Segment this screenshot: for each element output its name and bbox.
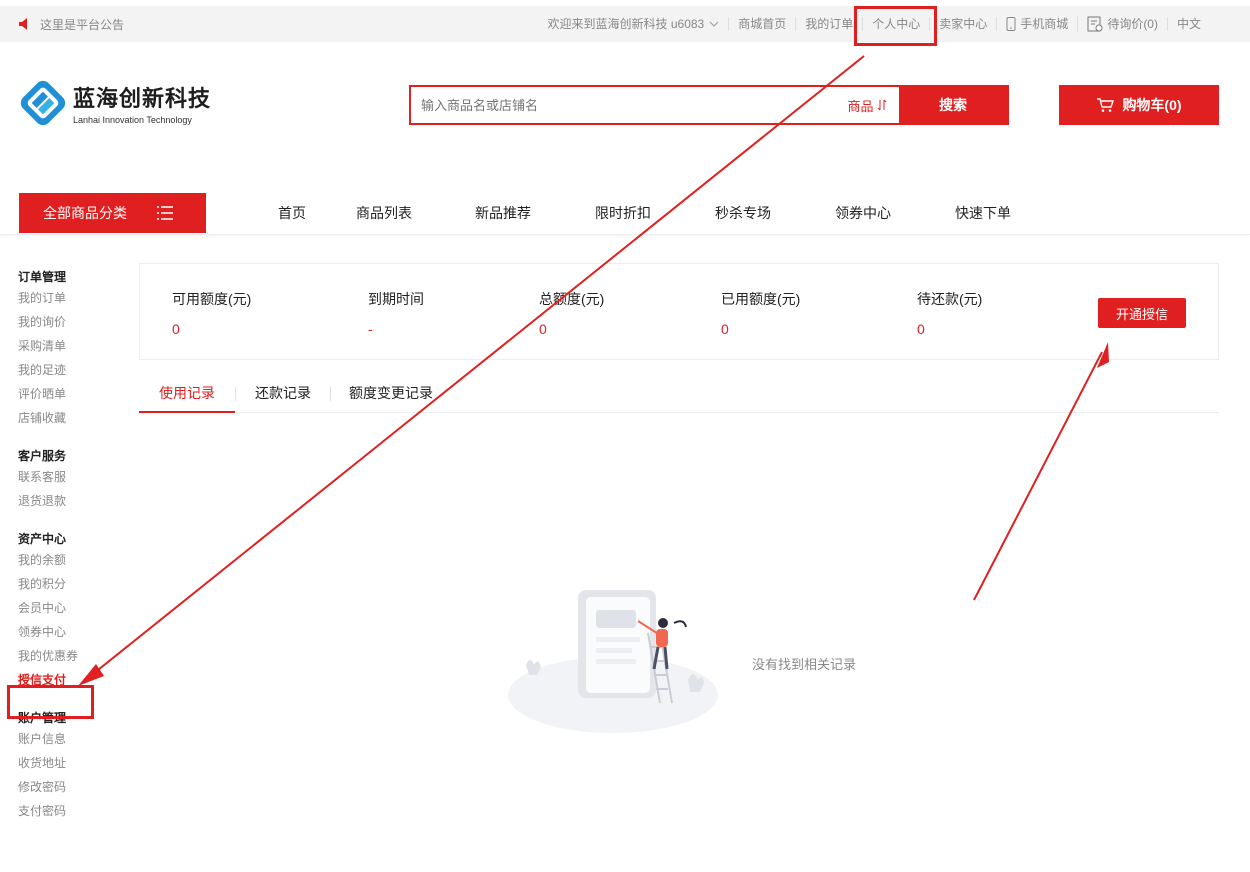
sidebar-item-footprint[interactable]: 我的足迹 bbox=[18, 358, 118, 382]
welcome-text: 欢迎来到蓝海创新科技 u6083 bbox=[547, 17, 705, 31]
open-credit-button[interactable]: 开通授信 bbox=[1098, 298, 1186, 328]
stat-label: 待还款(元) bbox=[917, 291, 983, 307]
record-tabs: 使用记录 还款记录 额度变更记录 bbox=[139, 377, 1219, 413]
sidebar-item-store-favorites[interactable]: 店铺收藏 bbox=[18, 406, 118, 430]
sidebar-item-coupon-center[interactable]: 领券中心 bbox=[18, 620, 118, 644]
link-pending-inquiry-label: 待询价(0) bbox=[1107, 17, 1158, 31]
nav-coupon-center[interactable]: 领券中心 bbox=[835, 193, 891, 233]
nav-quick-order[interactable]: 快速下单 bbox=[955, 193, 1011, 233]
tab-limit-change-records[interactable]: 额度变更记录 bbox=[331, 377, 451, 413]
annotation-box-personal-center bbox=[854, 6, 937, 46]
nav-limited-discount[interactable]: 限时折扣 bbox=[595, 193, 651, 233]
sidebar-item-reviews[interactable]: 评价晒单 bbox=[18, 382, 118, 406]
sidebar-item-my-coupons[interactable]: 我的优惠券 bbox=[18, 644, 118, 668]
open-credit-label: 开通授信 bbox=[1115, 306, 1168, 322]
link-mobile-mall-label: 手机商城 bbox=[1020, 17, 1069, 31]
brand-name-cn: 蓝海创新科技 bbox=[73, 86, 212, 111]
platform-notice[interactable]: 这里是平台公告 bbox=[18, 6, 124, 42]
all-categories-button[interactable]: 全部商品分类 bbox=[19, 193, 206, 233]
sidebar-item-address[interactable]: 收货地址 bbox=[18, 751, 118, 775]
search-scope-label: 商品 bbox=[847, 98, 874, 114]
sidebar-item-points[interactable]: 我的积分 bbox=[18, 572, 118, 596]
sidebar-group-title: 资产中心 bbox=[18, 532, 67, 546]
stat-expiry-date: 到期时间 - bbox=[368, 289, 424, 337]
top-bar: 这里是平台公告 欢迎来到蓝海创新科技 u6083 商城首页 我的订单 个人中心 … bbox=[0, 6, 1250, 42]
language-switch[interactable]: 中文 bbox=[1166, 17, 1210, 31]
stat-value: 0 bbox=[172, 321, 180, 337]
link-mobile-mall[interactable]: 手机商城 bbox=[996, 17, 1077, 31]
search-bar: 商品 搜索 bbox=[409, 85, 1009, 125]
phone-icon bbox=[1006, 17, 1016, 31]
nav-home[interactable]: 首页 bbox=[278, 193, 306, 233]
sidebar-item-contact-service[interactable]: 联系客服 bbox=[18, 465, 118, 489]
stat-value: 0 bbox=[917, 321, 925, 337]
inquiry-icon bbox=[1087, 16, 1103, 32]
tab-repayment-records[interactable]: 还款记录 bbox=[236, 377, 330, 413]
swap-icon bbox=[877, 99, 886, 111]
sidebar-item-my-inquiry[interactable]: 我的询价 bbox=[18, 310, 118, 334]
sidebar-item-returns[interactable]: 退货退款 bbox=[18, 489, 118, 513]
menu-icon bbox=[157, 206, 173, 220]
nav-flash-sale[interactable]: 秒杀专场 bbox=[715, 193, 771, 233]
sidebar-item-balance[interactable]: 我的余额 bbox=[18, 548, 118, 572]
search-button[interactable]: 搜索 bbox=[899, 87, 1007, 123]
sidebar-item-purchase-list[interactable]: 采购清单 bbox=[18, 334, 118, 358]
sidebar-item-change-password[interactable]: 修改密码 bbox=[18, 775, 118, 799]
stat-label: 可用额度(元) bbox=[172, 291, 252, 307]
stat-used-credit: 已用额度(元) 0 bbox=[721, 289, 800, 337]
brand-logo[interactable]: 蓝海创新科技 Lanhai Innovation Technology bbox=[18, 78, 211, 128]
link-seller-center-label: 卖家中心 bbox=[939, 17, 988, 31]
empty-state-illustration bbox=[508, 590, 718, 733]
nav-product-list[interactable]: 商品列表 bbox=[356, 193, 412, 233]
stat-label: 总额度(元) bbox=[539, 291, 605, 307]
stat-total-credit: 总额度(元) 0 bbox=[539, 289, 604, 337]
link-mall-home[interactable]: 商城首页 bbox=[728, 17, 795, 31]
nav-new-arrivals[interactable]: 新品推荐 bbox=[475, 193, 531, 233]
cart-button[interactable]: 购物车(0) bbox=[1059, 85, 1219, 125]
empty-state-text: 没有找到相关记录 bbox=[752, 657, 857, 672]
link-seller-center[interactable]: 卖家中心 bbox=[929, 17, 996, 31]
language-label: 中文 bbox=[1176, 17, 1201, 31]
stat-value: 0 bbox=[721, 321, 729, 337]
welcome-user[interactable]: 欢迎来到蓝海创新科技 u6083 bbox=[539, 17, 729, 31]
brand-name-en: Lanhai Innovation Technology bbox=[73, 115, 192, 125]
cart-icon bbox=[1097, 98, 1115, 112]
tab-usage-records[interactable]: 使用记录 bbox=[139, 377, 235, 413]
stat-available-credit: 可用额度(元) 0 bbox=[172, 289, 251, 337]
annotation-arrow-to-sidebar bbox=[87, 55, 865, 679]
stat-label: 已用额度(元) bbox=[721, 291, 801, 307]
account-sidebar: 订单管理 我的订单 我的询价 采购清单 我的足迹 评价晒单 店铺收藏 客户服务 … bbox=[18, 268, 118, 823]
annotation-overlay bbox=[78, 55, 1109, 686]
sidebar-item-account-info[interactable]: 账户信息 bbox=[18, 727, 118, 751]
stat-value: - bbox=[368, 321, 373, 337]
sidebar-group-title: 客户服务 bbox=[18, 449, 67, 463]
cart-label: 购物车(0) bbox=[1122, 97, 1182, 113]
notice-text: 这里是平台公告 bbox=[40, 17, 125, 32]
stat-label: 到期时间 bbox=[368, 291, 424, 307]
main-nav: 全部商品分类 首页 商品列表 新品推荐 限时折扣 秒杀专场 领券中心 快速下单 bbox=[0, 193, 1250, 235]
sidebar-group-title: 订单管理 bbox=[18, 270, 67, 284]
annotation-box-credit-payment bbox=[7, 685, 94, 719]
link-my-orders[interactable]: 我的订单 bbox=[795, 17, 862, 31]
chevron-down-icon bbox=[709, 21, 719, 27]
logo-mark-icon bbox=[20, 80, 66, 126]
search-button-label: 搜索 bbox=[939, 97, 967, 113]
sidebar-item-membership[interactable]: 会员中心 bbox=[18, 596, 118, 620]
search-scope-select[interactable]: 商品 bbox=[835, 87, 899, 123]
brand-text: 蓝海创新科技 Lanhai Innovation Technology bbox=[73, 81, 211, 125]
stat-pending-repayment: 待还款(元) 0 bbox=[917, 289, 982, 337]
stat-value: 0 bbox=[539, 321, 547, 337]
link-my-orders-label: 我的订单 bbox=[805, 17, 854, 31]
speaker-icon bbox=[19, 18, 27, 30]
link-mall-home-label: 商城首页 bbox=[738, 17, 787, 31]
sidebar-item-my-orders[interactable]: 我的订单 bbox=[18, 286, 118, 310]
search-input[interactable] bbox=[411, 87, 835, 123]
link-pending-inquiry[interactable]: 待询价(0) bbox=[1077, 16, 1167, 32]
sidebar-item-pay-password[interactable]: 支付密码 bbox=[18, 799, 118, 823]
all-categories-label: 全部商品分类 bbox=[43, 205, 127, 221]
credit-summary-card: 可用额度(元) 0 到期时间 - 总额度(元) 0 已用额度(元) 0 待还款(… bbox=[139, 263, 1219, 360]
